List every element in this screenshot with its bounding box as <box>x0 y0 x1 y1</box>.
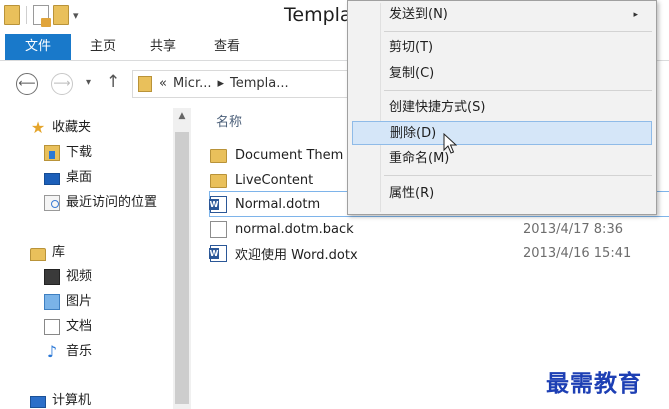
computer-icon <box>30 396 46 408</box>
nav-item-recent-places[interactable]: 最近访问的位置 <box>44 192 157 214</box>
menu-item-cut[interactable]: 剪切(T) <box>352 36 652 60</box>
forward-button[interactable]: ⟶ <box>51 73 73 95</box>
address-bar[interactable]: « Micr... ▸ Templa... <box>132 70 372 98</box>
menu-item-create-shortcut[interactable]: 创建快捷方式(S) <box>352 96 652 120</box>
nav-item-label: 桌面 <box>66 170 93 185</box>
documents-icon <box>44 319 60 335</box>
nav-item-downloads[interactable]: 下载 <box>44 142 92 164</box>
nav-item-music[interactable]: ♪ 音乐 <box>44 341 92 363</box>
column-header-name[interactable]: 名称 <box>216 111 242 130</box>
folder-icon <box>210 149 227 163</box>
file-name: Normal.dotm <box>235 196 321 212</box>
library-icon <box>30 247 46 261</box>
menu-item-delete[interactable]: 删除(D) <box>352 121 652 145</box>
up-button[interactable]: ↑ <box>106 72 120 92</box>
menu-item-properties[interactable]: 属性(R) <box>352 182 652 206</box>
nav-item-libraries[interactable]: 库 <box>30 242 65 264</box>
file-row[interactable]: 欢迎使用 Word.dotx 2013/4/16 15:41 <box>209 241 669 265</box>
desktop-icon <box>44 173 60 185</box>
breadcrumb-overflow[interactable]: « <box>159 76 167 91</box>
nav-item-label: 图片 <box>66 294 93 309</box>
scroll-up-icon[interactable]: ▲ <box>173 108 191 125</box>
menu-item-copy[interactable]: 复制(C) <box>352 62 652 86</box>
scrollbar-thumb[interactable] <box>175 132 189 404</box>
nav-item-label: 最近访问的位置 <box>66 195 158 210</box>
new-folder-icon[interactable] <box>53 5 69 25</box>
menu-item-label: 发送到(N) <box>389 7 448 22</box>
recent-places-icon <box>44 195 60 211</box>
breadcrumb-item[interactable]: Templa... <box>230 76 289 91</box>
nav-item-label: 库 <box>52 245 66 260</box>
nav-item-label: 计算机 <box>52 393 92 408</box>
tab-share[interactable]: 共享 <box>140 34 186 60</box>
navigation-pane-scrollbar[interactable]: ▲ <box>173 108 191 409</box>
file-icon <box>210 220 227 238</box>
download-folder-icon <box>44 145 60 161</box>
toolbar-divider <box>26 6 27 24</box>
nav-item-desktop[interactable]: 桌面 <box>44 167 92 189</box>
file-date: 2013/4/17 8:36 <box>523 221 623 237</box>
word-template-icon <box>209 244 227 262</box>
word-template-icon <box>209 195 227 213</box>
nav-item-documents[interactable]: 文档 <box>44 316 92 338</box>
nav-item-label: 文档 <box>66 319 93 334</box>
nav-item-favorites[interactable]: ★ 收藏夹 <box>30 117 91 139</box>
menu-item-send-to[interactable]: 发送到(N) ▸ <box>352 3 652 27</box>
nav-item-label: 音乐 <box>66 344 93 359</box>
breadcrumb-item[interactable]: Micr... <box>173 76 212 91</box>
file-name: Document Them <box>235 147 344 163</box>
music-icon: ♪ <box>46 342 58 361</box>
tab-home[interactable]: 主页 <box>80 34 126 60</box>
properties-icon[interactable] <box>33 5 51 27</box>
nav-item-label: 收藏夹 <box>52 120 92 135</box>
tab-file[interactable]: 文件 <box>5 34 71 60</box>
file-row[interactable]: normal.dotm.back 2013/4/17 8:36 <box>210 217 669 241</box>
recent-locations-dropdown[interactable]: ▾ <box>86 77 91 88</box>
folder-icon <box>138 76 152 92</box>
folder-icon[interactable] <box>4 5 20 25</box>
file-name: 欢迎使用 Word.dotx <box>235 247 358 263</box>
watermark: 最需教育 <box>546 370 642 397</box>
nav-item-videos[interactable]: 视频 <box>44 266 92 288</box>
video-icon <box>44 269 60 285</box>
file-date: 2013/4/16 15:41 <box>523 245 632 261</box>
star-icon: ★ <box>30 118 46 137</box>
nav-item-computer[interactable]: 计算机 <box>30 390 91 409</box>
pictures-icon <box>44 294 60 310</box>
navigation-pane: ★ 收藏夹 下载 桌面 最近访问的位置 库 视频 图片 文档 ♪ 音乐 计算机 <box>0 108 172 409</box>
menu-separator <box>384 90 652 91</box>
tab-view[interactable]: 查看 <box>204 34 250 60</box>
menu-separator <box>384 175 652 176</box>
menu-item-rename[interactable]: 重命名(M) <box>352 147 652 171</box>
context-menu: 发送到(N) ▸ 剪切(T) 复制(C) 创建快捷方式(S) 删除(D) 重命名… <box>347 0 657 215</box>
submenu-arrow-icon: ▸ <box>633 10 638 20</box>
back-button[interactable]: ⟵ <box>16 73 38 95</box>
file-name: LiveContent <box>235 172 314 188</box>
breadcrumb: « Micr... ▸ Templa... <box>159 76 295 91</box>
quick-access-toolbar: ▾ <box>4 5 79 27</box>
file-name: normal.dotm.back <box>235 221 354 237</box>
folder-icon <box>210 174 227 188</box>
nav-item-pictures[interactable]: 图片 <box>44 291 92 313</box>
breadcrumb-separator[interactable]: ▸ <box>218 76 225 91</box>
nav-item-label: 视频 <box>66 269 93 284</box>
window-title: Templa <box>284 4 352 26</box>
customize-toolbar-dropdown[interactable]: ▾ <box>73 9 79 22</box>
mouse-cursor-icon <box>443 133 457 154</box>
menu-separator <box>384 31 652 32</box>
nav-item-label: 下载 <box>66 145 93 160</box>
